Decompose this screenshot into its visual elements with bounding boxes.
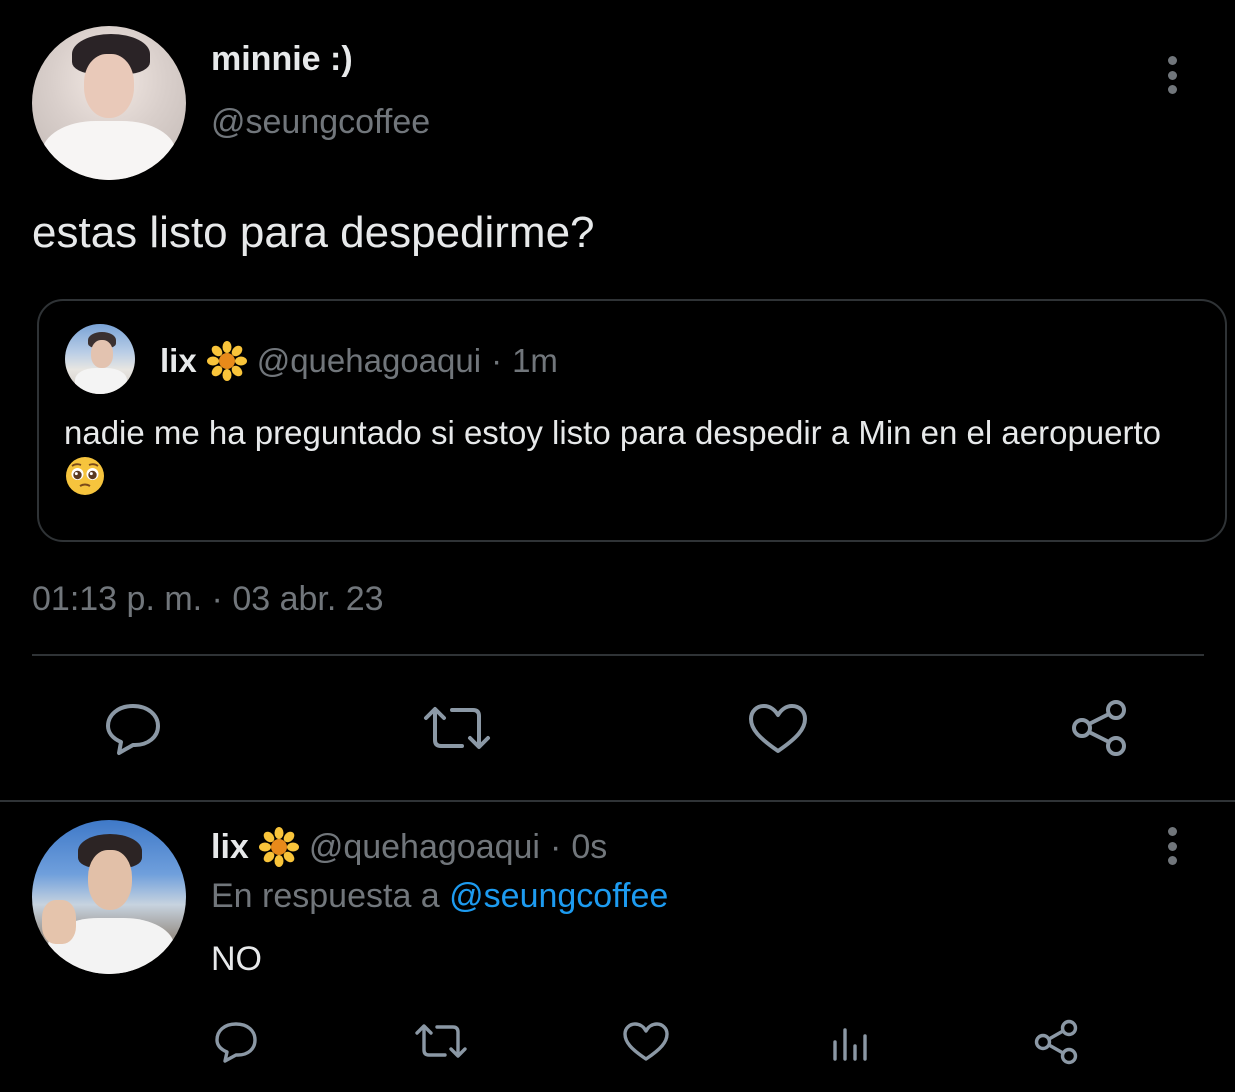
- pleading-face-emoji: [66, 457, 104, 495]
- reply-tweet-text: NO: [211, 940, 262, 978]
- separator-dot: ·: [549, 827, 562, 866]
- reply-tweet-time[interactable]: 0s: [571, 828, 607, 867]
- reply-tweet-header: lix @quehagoaqui · 0s: [211, 827, 607, 867]
- share-icon[interactable]: [1068, 697, 1130, 759]
- quoted-tweet-body: nadie me ha preguntado si estoy listo pa…: [64, 414, 1162, 451]
- quoted-author-handle: @quehagoaqui: [256, 342, 482, 379]
- analytics-icon[interactable]: [830, 1022, 870, 1062]
- reply-context-label: En respuesta a: [211, 877, 440, 915]
- reply-author-avatar[interactable]: [32, 820, 186, 974]
- reply-context: En respuesta a @seungcoffee: [211, 877, 668, 916]
- quoted-tweet-header: lix @quehagoaqui · 1m: [160, 341, 558, 381]
- reply-icon[interactable]: [213, 1020, 259, 1064]
- divider: [32, 654, 1204, 656]
- retweet-icon[interactable]: [422, 702, 492, 754]
- quoted-tweet-time: 1m: [512, 342, 558, 379]
- sunflower-icon: [206, 341, 247, 381]
- reply-mention-link[interactable]: @seungcoffee: [449, 877, 668, 915]
- quoted-tweet-text: nadie me ha preguntado si estoy listo pa…: [64, 410, 1204, 500]
- share-icon[interactable]: [1032, 1018, 1080, 1066]
- separator-dot: ·: [491, 342, 503, 379]
- reply-author-name[interactable]: lix: [211, 828, 249, 867]
- tweet-text: estas listo para despedirme?: [32, 208, 595, 257]
- author-display-name[interactable]: minnie :): [211, 40, 353, 79]
- quoted-author-avatar: [65, 324, 135, 394]
- sunflower-icon: [258, 827, 299, 867]
- retweet-icon[interactable]: [414, 1020, 468, 1062]
- reply-author-handle[interactable]: @quehagoaqui: [309, 828, 540, 867]
- more-options-icon[interactable]: [1157, 56, 1187, 94]
- author-handle[interactable]: @seungcoffee: [211, 103, 430, 142]
- tweet-timestamp[interactable]: 01:13 p. m. · 03 abr. 23: [32, 580, 384, 619]
- heart-icon[interactable]: [622, 1021, 670, 1063]
- author-avatar[interactable]: [32, 26, 186, 180]
- more-options-icon[interactable]: [1157, 827, 1187, 865]
- tweet-detail-page: minnie :) @seungcoffee estas listo para …: [0, 0, 1235, 1092]
- heart-icon[interactable]: [747, 703, 809, 755]
- divider: [0, 800, 1235, 802]
- reply-icon[interactable]: [103, 700, 163, 756]
- quoted-author-name: lix: [160, 342, 197, 379]
